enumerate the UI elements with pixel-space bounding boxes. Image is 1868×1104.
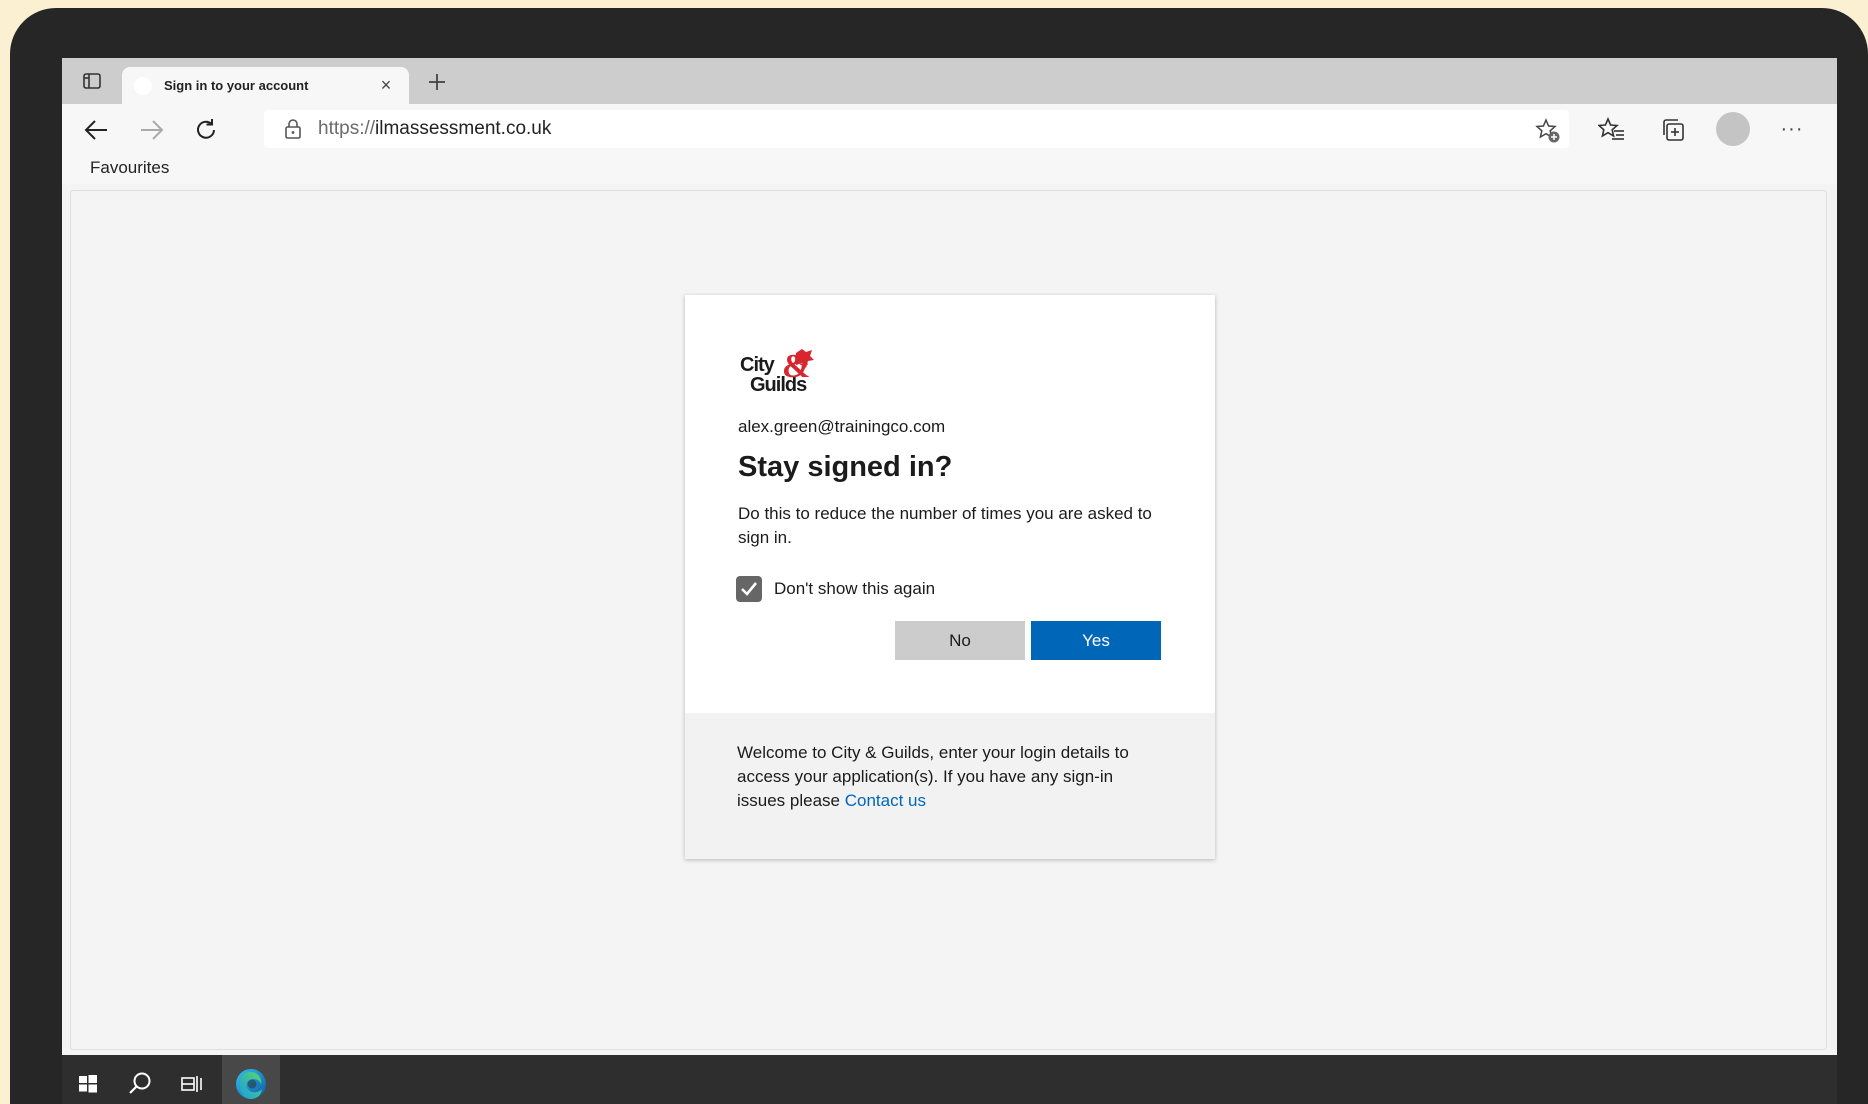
card-main: City Guilds & alex.green@trainingco.com …: [685, 295, 1215, 713]
checkmark-icon: [741, 582, 758, 596]
svg-text:City: City: [740, 354, 776, 376]
collections-icon[interactable]: [1659, 116, 1687, 144]
windows-start-icon[interactable]: [62, 1055, 114, 1104]
tab-favicon-icon: [134, 76, 152, 95]
refresh-icon[interactable]: [192, 116, 220, 144]
back-arrow-icon[interactable]: [82, 116, 110, 144]
lock-icon[interactable]: [282, 118, 304, 140]
taskbar: [62, 1055, 1837, 1104]
laptop-bezel: Sign in to your account × https://ilmass…: [10, 8, 1868, 1104]
account-email: alex.green@trainingco.com: [738, 417, 946, 436]
screen: Sign in to your account × https://ilmass…: [62, 58, 1837, 1104]
tab-close-icon[interactable]: ×: [375, 75, 397, 97]
search-icon[interactable]: [114, 1055, 166, 1104]
task-view-icon[interactable]: [166, 1055, 218, 1104]
footer-welcome-text: Welcome to City & Guilds, enter your log…: [737, 743, 1129, 810]
dont-show-again-label[interactable]: Don't show this again: [774, 579, 935, 599]
edge-browser-icon[interactable]: [222, 1055, 280, 1104]
favourites-icon[interactable]: [1598, 116, 1626, 144]
card-footer: Welcome to City & Guilds, enter your log…: [685, 713, 1215, 859]
tab-actions-icon[interactable]: [82, 72, 102, 90]
contact-us-link[interactable]: Contact us: [845, 791, 926, 810]
add-favourite-icon[interactable]: [1535, 118, 1560, 143]
tab-title: Sign in to your account: [164, 78, 309, 93]
dialog-description: Do this to reduce the number of times yo…: [738, 504, 1152, 547]
tab-sign-in[interactable]: Sign in to your account ×: [122, 67, 409, 104]
no-button[interactable]: No: [895, 621, 1025, 660]
favourites-label[interactable]: Favourites: [90, 158, 169, 178]
city-and-guilds-logo: City Guilds &: [738, 347, 828, 399]
page-content: City Guilds & alex.green@trainingco.com …: [70, 190, 1827, 1050]
address-bar[interactable]: https://ilmassessment.co.uk: [264, 110, 1569, 148]
dont-show-again-checkbox[interactable]: [736, 576, 762, 602]
sign-in-card: City Guilds & alex.green@trainingco.com …: [685, 295, 1215, 859]
tab-strip: Sign in to your account ×: [62, 58, 1837, 104]
new-tab-plus-icon[interactable]: [422, 67, 452, 97]
profile-avatar[interactable]: [1716, 112, 1750, 146]
dont-show-again-row[interactable]: Don't show this again: [736, 576, 1163, 602]
browser-toolbar: https://ilmassessment.co.uk ···: [62, 104, 1837, 154]
forward-arrow-icon[interactable]: [138, 116, 166, 144]
more-options-icon[interactable]: ···: [1777, 114, 1807, 144]
dialog-heading: Stay signed in?: [738, 451, 953, 483]
yes-button[interactable]: Yes: [1031, 621, 1161, 660]
favourites-bar: Favourites: [62, 154, 1837, 184]
url-text: https://ilmassessment.co.uk: [318, 118, 552, 139]
